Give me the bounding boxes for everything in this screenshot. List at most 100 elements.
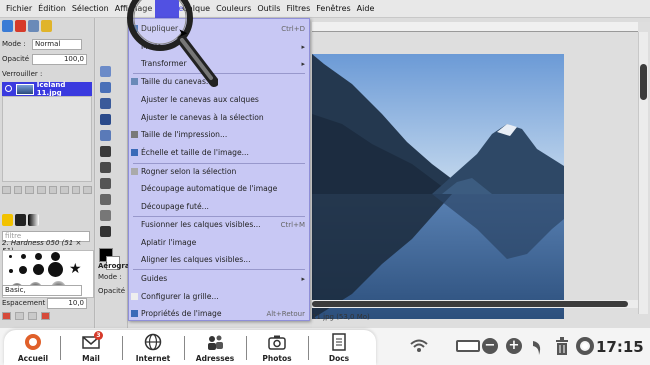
undo-arrow-icon[interactable]	[530, 338, 544, 356]
menu-image[interactable]: Image	[155, 0, 183, 18]
channels-tab-icon[interactable]	[15, 20, 26, 32]
menu-item-decoupage-fute[interactable]: Découpage futé...	[129, 199, 309, 215]
app-mail[interactable]: 3 Mail	[62, 330, 120, 365]
menu-fichier[interactable]: Fichier	[3, 0, 35, 18]
brush-tool-icon[interactable]	[100, 194, 111, 205]
menu-item-ajuster-le-canevas-aux-calques[interactable]: Ajuster le canevas aux calques	[129, 92, 309, 108]
spacing-field[interactable]: 10,0	[47, 297, 87, 309]
brush-preset[interactable]	[21, 254, 26, 259]
brush-action-icon[interactable]	[41, 312, 50, 320]
text-tool-icon[interactable]	[100, 146, 111, 157]
mode-row: Mode : Normal	[2, 38, 94, 50]
pencil-tool-icon[interactable]	[100, 178, 111, 189]
brush-preset[interactable]	[48, 262, 63, 277]
app-dock: Accueil 3 Mail Internet Adresses Photos Docs	[4, 330, 376, 365]
opacity-field[interactable]: 100,0	[32, 53, 87, 65]
brush-preset[interactable]	[33, 264, 44, 275]
menu-edition[interactable]: Édition	[35, 0, 69, 18]
opacity-row: Opacité 100,0	[2, 53, 94, 65]
patterns-tab-icon[interactable]	[15, 214, 26, 226]
battery-icon[interactable]	[456, 340, 480, 352]
menu-item-aligner-les-calques-visibles[interactable]: Aligner les calques visibles...	[129, 252, 309, 268]
menu-outils[interactable]: Outils	[254, 0, 283, 18]
status-text: 11.jpg (53,0 Mo)	[312, 313, 370, 321]
mode-select[interactable]: Normal	[32, 38, 82, 50]
app-separator	[122, 336, 123, 360]
brush-preset[interactable]	[35, 253, 42, 260]
app-photos[interactable]: Photos	[248, 330, 306, 365]
menu-item-echelle-et-taille-de-l-image[interactable]: Échelle et taille de l'image...	[129, 145, 309, 161]
horizontal-scrollbar[interactable]	[312, 300, 638, 308]
brush-action-icon[interactable]	[15, 312, 24, 320]
menu-filtres[interactable]: Filtres	[283, 0, 313, 18]
rotate-tool-icon[interactable]	[100, 114, 111, 125]
airbrush-tool-icon[interactable]	[100, 226, 111, 237]
image-canvas[interactable]	[312, 54, 564, 319]
menu-item-label: Mode	[141, 42, 162, 51]
brush-preset-select[interactable]: Basic,	[2, 284, 82, 296]
submenu-arrow-icon: ▸	[301, 60, 305, 68]
zoom-tool-icon[interactable]	[100, 82, 111, 93]
menu-item-fusionner-les-calques-visibles[interactable]: Fusionner les calques visibles... Ctrl+M	[129, 217, 309, 233]
brush-preset[interactable]	[9, 269, 13, 273]
layers-tab-icon[interactable]	[2, 20, 13, 32]
lifebuoy-icon[interactable]	[576, 336, 594, 356]
brush-preset[interactable]	[19, 266, 27, 274]
menu-fenetres[interactable]: Fenêtres	[313, 0, 353, 18]
volume-up-icon[interactable]: +	[506, 338, 522, 354]
bucket-tool-icon[interactable]	[100, 162, 111, 173]
undo-tab-icon[interactable]	[41, 20, 52, 32]
trash-icon[interactable]	[554, 336, 570, 356]
menu-selection[interactable]: Sélection	[69, 0, 112, 18]
menu-item-aplatir-l-image[interactable]: Aplatir l'image	[129, 235, 309, 251]
horizontal-ruler	[312, 22, 638, 32]
rect-select-tool-icon[interactable]	[100, 66, 111, 77]
duplicate-layer-icon[interactable]	[48, 186, 58, 194]
brushes-tab-icon[interactable]	[2, 214, 13, 226]
menu-item-ajuster-le-canevas-a-la-selection[interactable]: Ajuster le canevas à la sélection	[129, 110, 309, 126]
menu-item-icon	[131, 78, 138, 85]
menu-item-guides[interactable]: Guides ▸	[129, 271, 309, 287]
anchor-layer-icon[interactable]	[60, 186, 69, 194]
app-adresses[interactable]: Adresses	[186, 330, 244, 365]
vertical-scroll-thumb[interactable]	[640, 64, 647, 100]
wifi-icon[interactable]	[410, 338, 428, 354]
mask-layer-icon[interactable]	[71, 186, 81, 194]
paths-tab-icon[interactable]	[28, 20, 39, 32]
menu-item-taille-de-l-impression[interactable]: Taille de l'impression...	[129, 127, 309, 143]
menu-affichage[interactable]: Affichage	[112, 0, 156, 18]
eraser-tool-icon[interactable]	[100, 210, 111, 221]
crop-tool-icon[interactable]	[100, 98, 111, 109]
app-accueil[interactable]: Accueil	[4, 330, 62, 365]
eye-icon[interactable]	[5, 85, 12, 92]
new-group-icon[interactable]	[13, 186, 23, 194]
brush-preset[interactable]	[9, 255, 12, 258]
app-docs[interactable]: Docs	[310, 330, 368, 365]
menu-couleurs[interactable]: Couleurs	[213, 0, 254, 18]
new-layer-icon[interactable]	[2, 186, 11, 194]
horizontal-scroll-thumb[interactable]	[312, 301, 628, 307]
volume-down-icon[interactable]: −	[482, 338, 498, 354]
menu-item-taille-du-canevas[interactable]: Taille du canevas...	[129, 74, 309, 90]
menu-item-configurer-la-grille[interactable]: Configurer la grille...	[129, 289, 309, 305]
layer-row[interactable]: Iceland 11.jpg	[2, 81, 92, 97]
lower-layer-icon[interactable]	[36, 186, 46, 194]
delete-layer-icon[interactable]	[83, 186, 92, 194]
flip-tool-icon[interactable]	[100, 130, 111, 141]
star-brush-icon[interactable]: ★	[69, 261, 82, 277]
menu-aide[interactable]: Aide	[354, 0, 378, 18]
menu-item-dupliquer[interactable]: Dupliquer Ctrl+D	[129, 21, 309, 37]
menu-item-rogner-selon-la-selection[interactable]: Rogner selon la sélection	[129, 164, 309, 180]
brush-action-icon[interactable]	[2, 312, 11, 320]
brush-action-icon[interactable]	[28, 312, 37, 320]
vertical-scrollbar[interactable]	[638, 32, 648, 314]
menu-item-proprietes-de-l-image[interactable]: Propriétés de l'image Alt+Retour	[129, 306, 309, 322]
raise-layer-icon[interactable]	[25, 186, 34, 194]
menu-item-mode[interactable]: Mode ▸	[129, 39, 309, 55]
brush-preset[interactable]	[51, 252, 60, 261]
gradients-tab-icon[interactable]	[28, 214, 39, 226]
menu-item-decoupage-automatique-de-l-image[interactable]: Découpage automatique de l'image	[129, 181, 309, 197]
menu-calque[interactable]: Calque	[179, 0, 213, 18]
menu-item-transformer[interactable]: Transformer ▸	[129, 56, 309, 72]
app-internet[interactable]: Internet	[124, 330, 182, 365]
